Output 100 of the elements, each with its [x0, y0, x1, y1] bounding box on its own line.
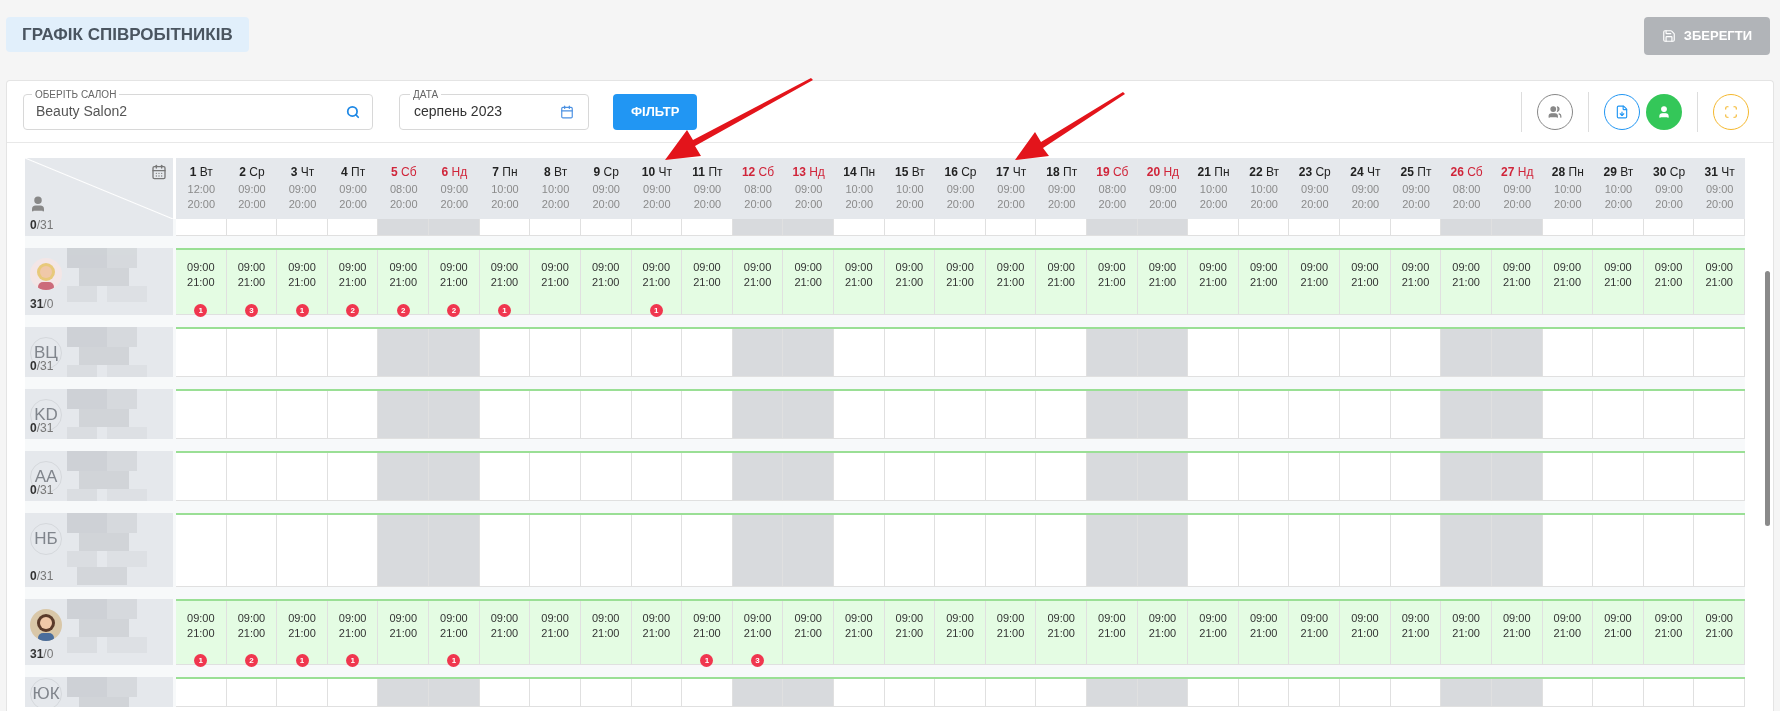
schedule-cell[interactable]	[580, 679, 632, 707]
schedule-cell[interactable]	[176, 391, 227, 439]
shift-cell[interactable]: 09:00 21:00	[1340, 601, 1391, 665]
shift-cell[interactable]: 09:00 21:00	[783, 250, 834, 315]
schedule-cell[interactable]	[1593, 453, 1644, 501]
schedule-cell[interactable]	[682, 391, 733, 439]
schedule-cell[interactable]	[1593, 391, 1644, 439]
schedule-cell[interactable]	[429, 453, 480, 501]
schedule-cell[interactable]	[631, 329, 683, 377]
schedule-cell[interactable]	[935, 679, 986, 707]
schedule-cell[interactable]	[327, 219, 379, 236]
schedule-cell[interactable]	[1491, 391, 1543, 439]
schedule-cell[interactable]	[429, 679, 480, 707]
schedule-cell[interactable]	[833, 679, 885, 707]
schedule-cell[interactable]	[479, 679, 531, 707]
schedule-cell[interactable]	[1390, 679, 1442, 707]
schedule-cell[interactable]	[580, 219, 632, 236]
schedule-cell[interactable]	[884, 329, 936, 377]
schedule-cell[interactable]	[580, 391, 632, 439]
schedule-cell[interactable]	[1340, 515, 1391, 587]
schedule-cell[interactable]	[1694, 329, 1745, 377]
schedule-cell[interactable]	[1390, 391, 1442, 439]
shift-cell[interactable]: 09:00 21:00	[1390, 601, 1442, 665]
schedule-cell[interactable]	[1289, 219, 1341, 236]
schedule-cell[interactable]	[1087, 391, 1138, 439]
schedule-cell[interactable]	[783, 679, 834, 707]
schedule-cell[interactable]	[783, 453, 834, 501]
schedule-cell[interactable]	[1643, 329, 1695, 377]
schedule-cell[interactable]	[682, 679, 733, 707]
shift-cell[interactable]: 09:00 21:00	[530, 601, 581, 665]
schedule-cell[interactable]	[1491, 219, 1543, 236]
shift-cell[interactable]: 09:00 21:00	[1340, 250, 1391, 315]
shift-cell[interactable]: 09:00 21:00	[935, 601, 986, 665]
schedule-cell[interactable]	[1289, 391, 1341, 439]
schedule-cell[interactable]	[1340, 329, 1391, 377]
shift-cell[interactable]: 09:00 21:00	[1036, 601, 1088, 665]
schedule-cell[interactable]	[479, 515, 531, 587]
shift-cell[interactable]: 09:00 21:00 1	[176, 601, 227, 665]
schedule-cell[interactable]	[580, 515, 632, 587]
schedule-cell[interactable]	[682, 453, 733, 501]
schedule-cell[interactable]	[1340, 453, 1391, 501]
shift-cell[interactable]: 09:00 21:00	[884, 601, 936, 665]
schedule-cell[interactable]	[1593, 329, 1644, 377]
schedule-cell[interactable]	[530, 679, 581, 707]
schedule-cell[interactable]	[1036, 329, 1088, 377]
schedule-cell[interactable]	[226, 219, 278, 236]
shift-cell[interactable]: 09:00 21:00 1	[277, 250, 328, 315]
schedule-cell[interactable]	[1593, 679, 1644, 707]
shift-cell[interactable]: 09:00 21:00	[1542, 250, 1594, 315]
schedule-cell[interactable]	[783, 329, 834, 377]
schedule-cell[interactable]	[327, 679, 379, 707]
schedule-cell[interactable]	[176, 329, 227, 377]
shift-cell[interactable]: 09:00 21:00	[833, 250, 885, 315]
shift-cell[interactable]: 09:00 21:00	[580, 601, 632, 665]
schedule-cell[interactable]	[530, 453, 581, 501]
shift-cell[interactable]: 09:00 21:00	[1289, 250, 1341, 315]
schedule-cell[interactable]	[226, 391, 278, 439]
schedule-cell[interactable]	[1694, 453, 1745, 501]
schedule-cell[interactable]	[226, 515, 278, 587]
schedule-cell[interactable]	[1188, 679, 1239, 707]
schedule-cell[interactable]	[1643, 219, 1695, 236]
schedule-cell[interactable]	[985, 679, 1037, 707]
schedule-cell[interactable]	[732, 219, 784, 236]
shift-cell[interactable]: 09:00 21:00 2	[327, 250, 379, 315]
schedule-cell[interactable]	[327, 391, 379, 439]
schedule-cell[interactable]	[1087, 329, 1138, 377]
add-employee-button[interactable]	[1646, 93, 1682, 130]
schedule-cell[interactable]	[732, 679, 784, 707]
schedule-cell[interactable]	[985, 515, 1037, 587]
schedule-cell[interactable]	[1491, 453, 1543, 501]
schedule-cell[interactable]	[732, 515, 784, 587]
shift-cell[interactable]: 09:00 21:00 1	[429, 601, 480, 665]
shift-cell[interactable]: 09:00 21:00	[631, 601, 683, 665]
schedule-cell[interactable]	[1036, 679, 1088, 707]
shift-cell[interactable]: 09:00 21:00	[1694, 250, 1745, 315]
schedule-cell[interactable]	[732, 453, 784, 501]
schedule-cell[interactable]	[1036, 391, 1088, 439]
schedule-cell[interactable]	[682, 329, 733, 377]
shift-cell[interactable]: 09:00 21:00	[1238, 601, 1290, 665]
schedule-cell[interactable]	[1694, 219, 1745, 236]
schedule-cell[interactable]	[1390, 515, 1442, 587]
shift-cell[interactable]: 09:00 21:00	[1593, 601, 1644, 665]
shift-cell[interactable]: 09:00 21:00	[682, 250, 733, 315]
schedule-cell[interactable]	[985, 219, 1037, 236]
shift-cell[interactable]: 09:00 21:00	[1188, 250, 1239, 315]
schedule-cell[interactable]	[985, 453, 1037, 501]
shift-cell[interactable]: 09:00 21:00	[985, 250, 1037, 315]
schedule-cell[interactable]	[1542, 219, 1594, 236]
schedule-cell[interactable]	[985, 329, 1037, 377]
schedule-cell[interactable]	[1188, 219, 1239, 236]
schedule-cell[interactable]	[277, 391, 328, 439]
schedule-cell[interactable]	[631, 679, 683, 707]
schedule-cell[interactable]	[277, 515, 328, 587]
schedule-cell[interactable]	[1340, 679, 1391, 707]
shift-cell[interactable]: 09:00 21:00	[1694, 601, 1745, 665]
schedule-cell[interactable]	[429, 219, 480, 236]
shift-cell[interactable]: 09:00 21:00 3	[226, 250, 278, 315]
schedule-cell[interactable]	[277, 453, 328, 501]
schedule-cell[interactable]	[378, 329, 430, 377]
shift-cell[interactable]: 09:00 21:00 1	[682, 601, 733, 665]
